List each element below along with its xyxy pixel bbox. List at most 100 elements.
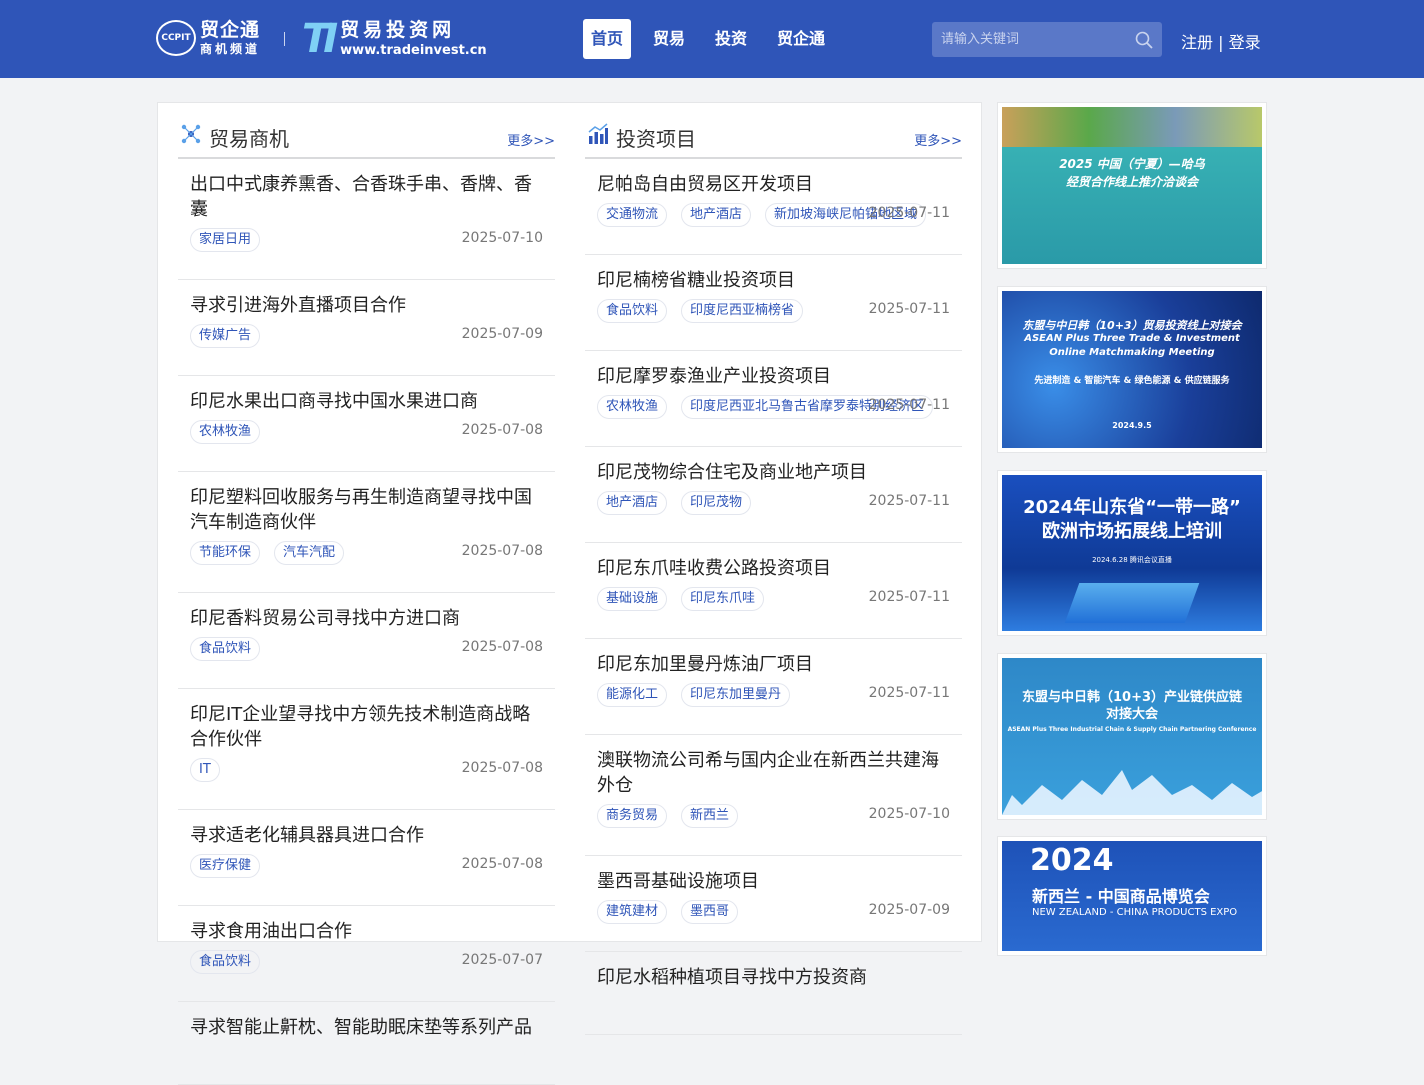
- industry-tag[interactable]: 基础设施: [597, 587, 668, 611]
- invest-item-date: 2025-07-11: [868, 685, 950, 701]
- trade-item-date: 2025-07-08: [461, 856, 543, 872]
- trade-item-title[interactable]: 印尼水果出口商寻找中国水果进口商: [190, 389, 543, 414]
- industry-tag[interactable]: 传媒广告: [190, 324, 261, 348]
- search-input[interactable]: [932, 22, 1132, 57]
- logo2-title: 贸易投资网: [340, 19, 456, 41]
- industry-tag[interactable]: 食品饮料: [597, 299, 668, 323]
- invest-item[interactable]: 印尼东爪哇收费公路投资项目 基础设施 印尼东爪哇 2025-07-11: [585, 543, 962, 639]
- search-icon[interactable]: [1134, 30, 1154, 50]
- industry-tag[interactable]: 地产酒店: [597, 491, 668, 515]
- trade-item[interactable]: 出口中式康养熏香、合香珠手串、香牌、香囊 家居日用 2025-07-10: [178, 159, 555, 280]
- invest-item-title[interactable]: 墨西哥基础设施项目: [597, 869, 950, 894]
- trade-item-title[interactable]: 寻求食用油出口合作: [190, 919, 543, 944]
- banner-asean-trade[interactable]: 东盟与中日韩（10+3）贸易投资线上对接会 ASEAN Plus Three T…: [997, 286, 1267, 453]
- industry-tag[interactable]: 能源化工: [597, 683, 668, 707]
- trade-item[interactable]: 印尼水果出口商寻找中国水果进口商 农林牧渔 2025-07-08: [178, 376, 555, 472]
- industry-tag[interactable]: 印尼东爪哇: [681, 587, 765, 611]
- trade-item-title[interactable]: 印尼IT企业望寻找中方领先技术制造商战略合作伙伴: [190, 702, 543, 752]
- banner-ningxia[interactable]: 2025 中国（宁夏）—哈乌 经贸合作线上推介洽谈会: [997, 102, 1267, 269]
- banner-nz-expo[interactable]: 2024 新西兰 - 中国商品博览会 NEW ZEALAND - CHINA P…: [997, 836, 1267, 956]
- trade-item[interactable]: 印尼IT企业望寻找中方领先技术制造商战略合作伙伴 IT 2025-07-08: [178, 689, 555, 810]
- trade-item-title[interactable]: 寻求引进海外直播项目合作: [190, 293, 543, 318]
- industry-tag[interactable]: 节能环保: [190, 541, 261, 565]
- nav-invest[interactable]: 投资: [707, 19, 755, 59]
- trade-item-title[interactable]: 寻求智能止鼾枕、智能助眠床垫等系列产品: [190, 1015, 543, 1040]
- banner3-line1: 2024年山东省“一带一路”: [1023, 497, 1241, 518]
- invest-more-link[interactable]: 更多>>: [914, 130, 962, 149]
- banner-food-photos: [1002, 107, 1262, 147]
- invest-item-date: 2025-07-11: [868, 493, 950, 509]
- industry-tag[interactable]: 食品饮料: [190, 950, 261, 974]
- industry-tag[interactable]: 汽车汽配: [274, 541, 345, 565]
- industry-tag[interactable]: 农林牧渔: [597, 395, 668, 419]
- nav-maoqitong[interactable]: 贸企通: [769, 19, 833, 59]
- trade-section-title: 贸易商机: [209, 127, 289, 151]
- industry-tag[interactable]: 墨西哥: [681, 900, 739, 924]
- trade-item[interactable]: 印尼香料贸易公司寻找中方进口商 食品饮料 2025-07-08: [178, 593, 555, 689]
- invest-section-title: 投资项目: [616, 127, 696, 151]
- auth-links: 注册 | 登录: [1181, 29, 1261, 53]
- invest-item-title[interactable]: 印尼茂物综合住宅及商业地产项目: [597, 460, 950, 485]
- auth-divider: |: [1218, 33, 1224, 52]
- industry-tag[interactable]: 地产酒店: [681, 203, 752, 227]
- invest-item-title[interactable]: 尼帕岛自由贸易区开发项目: [597, 172, 950, 197]
- trade-item[interactable]: 寻求智能止鼾枕、智能助眠床垫等系列产品: [178, 1002, 555, 1085]
- invest-item-title[interactable]: 印尼水稻种植项目寻找中方投资商: [597, 965, 950, 990]
- banner5-year: 2024: [1030, 843, 1114, 878]
- trade-item-date: 2025-07-08: [461, 543, 543, 559]
- invest-section-header: 投资项目 更多>>: [585, 103, 962, 159]
- industry-tag[interactable]: 食品饮料: [190, 637, 261, 661]
- invest-item-title[interactable]: 印尼东加里曼丹炼油厂项目: [597, 652, 950, 677]
- invest-item[interactable]: 尼帕岛自由贸易区开发项目 交通物流 地产酒店 新加坡海峡尼帕锚地区域 2025-07-1…: [585, 159, 962, 255]
- industry-tag[interactable]: 印尼东加里曼丹: [681, 683, 791, 707]
- trade-more-link[interactable]: 更多>>: [507, 130, 555, 149]
- industry-tag[interactable]: IT: [190, 758, 220, 782]
- invest-item[interactable]: 印尼楠榜省糖业投资项目 食品饮料 印度尼西亚楠榜省 2025-07-11: [585, 255, 962, 351]
- industry-tag[interactable]: 新西兰: [681, 804, 739, 828]
- search-box: [932, 22, 1162, 57]
- invest-item-title[interactable]: 印尼摩罗泰渔业产业投资项目: [597, 364, 950, 389]
- banner3-line3: 2024.6.28 腾讯会议直播: [1092, 556, 1172, 564]
- invest-item-title[interactable]: 澳联物流公司希与国内企业在新西兰共建海外仓: [597, 748, 950, 798]
- register-link[interactable]: 注册: [1181, 33, 1213, 52]
- trade-item-title[interactable]: 寻求适老化辅具器具进口合作: [190, 823, 543, 848]
- tradeinvest-logo[interactable]: TI 贸易投资网 www.tradeinvest.cn: [302, 16, 487, 62]
- invest-item[interactable]: 印尼东加里曼丹炼油厂项目 能源化工 印尼东加里曼丹 2025-07-11: [585, 639, 962, 735]
- trade-item[interactable]: 寻求引进海外直播项目合作 传媒广告 2025-07-09: [178, 280, 555, 376]
- industry-tag[interactable]: 农林牧渔: [190, 420, 261, 444]
- trade-item[interactable]: 印尼塑料回收服务与再生制造商望寻找中国汽车制造商伙伴节能环保 汽车汽配 2025-0…: [178, 472, 555, 593]
- industry-tag[interactable]: 印度尼西亚楠榜省: [681, 299, 804, 323]
- invest-item[interactable]: 墨西哥基础设施项目 建筑建材 墨西哥 2025-07-09: [585, 856, 962, 952]
- trade-section-header: 贸易商机 更多>>: [178, 103, 555, 159]
- trade-item[interactable]: 寻求食用油出口合作 食品饮料 2025-07-07: [178, 906, 555, 1002]
- invest-section: 投资项目 更多>> 尼帕岛自由贸易区开发项目 交通物流 地产酒店 新加坡海峡尼帕锚地区…: [585, 103, 962, 1035]
- banner-asean-chain[interactable]: 东盟与中日韩（10+3）产业链供应链 对接大会 ASEAN Plus Three…: [997, 653, 1267, 820]
- banner1-line1: 2025 中国（宁夏）—哈乌: [1059, 157, 1205, 171]
- trade-item[interactable]: 寻求适老化辅具器具进口合作 医疗保健 2025-07-08: [178, 810, 555, 906]
- invest-item[interactable]: 印尼水稻种植项目寻找中方投资商: [585, 952, 962, 1035]
- invest-item[interactable]: 印尼茂物综合住宅及商业地产项目 地产酒店 印尼茂物 2025-07-11: [585, 447, 962, 543]
- nav-trade[interactable]: 贸易: [645, 19, 693, 59]
- invest-item-title[interactable]: 印尼楠榜省糖业投资项目: [597, 268, 950, 293]
- trade-item-title[interactable]: 出口中式康养熏香、合香珠手串、香牌、香囊: [190, 172, 543, 222]
- ti-logo-icon: TI: [302, 16, 338, 62]
- industry-tag[interactable]: 医疗保健: [190, 854, 261, 878]
- banner-shandong[interactable]: 2024年山东省“一带一路” 欧洲市场拓展线上培训 2024.6.28 腾讯会议…: [997, 470, 1267, 636]
- trade-item-date: 2025-07-07: [461, 952, 543, 968]
- invest-item[interactable]: 澳联物流公司希与国内企业在新西兰共建海外仓 商务贸易 新西兰 2025-07-10: [585, 735, 962, 856]
- nav-home[interactable]: 首页: [583, 19, 632, 59]
- trade-item-title[interactable]: 印尼塑料回收服务与再生制造商望寻找中国汽车制造商伙伴: [190, 485, 543, 535]
- invest-item-date: 2025-07-09: [868, 902, 950, 918]
- ccpit-logo[interactable]: CCPIT 贸企通 商机频道: [156, 20, 260, 56]
- industry-tag[interactable]: 家居日用: [190, 228, 261, 252]
- invest-item-title[interactable]: 印尼东爪哇收费公路投资项目: [597, 556, 950, 581]
- industry-tag[interactable]: 商务贸易: [597, 804, 668, 828]
- network-icon: [181, 124, 201, 144]
- industry-tag[interactable]: 建筑建材: [597, 900, 668, 924]
- trade-item-title[interactable]: 印尼香料贸易公司寻找中方进口商: [190, 606, 543, 631]
- banner5-line2: 新西兰 - 中国商品博览会: [1032, 887, 1210, 906]
- industry-tag[interactable]: 交通物流: [597, 203, 668, 227]
- industry-tag[interactable]: 印尼茂物: [681, 491, 752, 515]
- invest-item[interactable]: 印尼摩罗泰渔业产业投资项目 农林牧渔 印度尼西亚北马鲁古省摩罗泰特别经济区 2025-…: [585, 351, 962, 447]
- login-link[interactable]: 登录: [1229, 33, 1261, 52]
